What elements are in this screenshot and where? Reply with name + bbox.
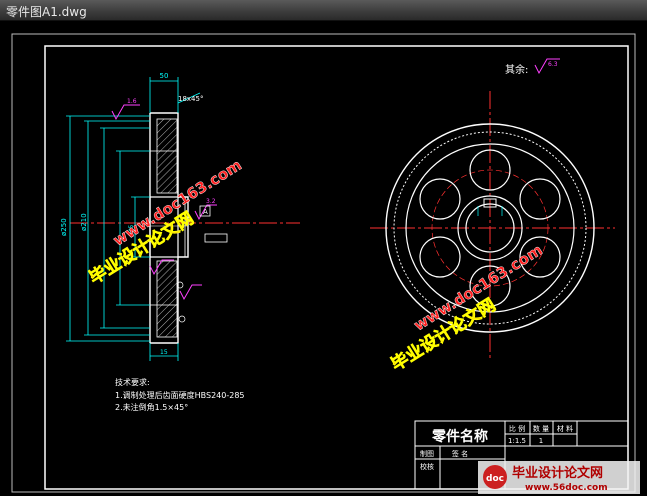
scale-value: 1:1.5 [508, 437, 526, 445]
drawing-canvas[interactable]: 50 18x45° ø250 ø210 ø45 15 A 1.6 3.2 其余:… [0, 21, 647, 496]
svg-text:doc: doc [486, 474, 504, 484]
border-frame [44, 45, 629, 490]
corner-watermark: doc 毕业设计论文网 www.56doc.com [478, 461, 640, 494]
qty-header: 数 量 [533, 424, 549, 433]
window-titlebar: 零件图A1.dwg [0, 0, 647, 21]
drawn-by-value: 签 名 [452, 449, 468, 458]
roughness-b-label: 3.2 [206, 198, 216, 205]
drawn-label: 制图 [420, 449, 434, 458]
dim-outer-diameter-label: ø250 [60, 218, 68, 236]
tech-req-line-1: 1.调制处理后齿面硬度HBS240-285 [115, 390, 245, 400]
corner-cn-text: 毕业设计论文网 [512, 465, 603, 481]
watermark-2: 毕业设计论文网 www.doc163.com [387, 241, 546, 376]
tech-req-line-2: 2.未注倒角1.5×45° [115, 402, 188, 412]
dim-chamfer-label: 18x45° [178, 95, 203, 103]
scale-header: 比 例 [509, 424, 525, 433]
dim-inner-diameter-label: ø210 [80, 213, 88, 231]
qty-value: 1 [539, 437, 543, 445]
roughness-a-label: 1.6 [127, 98, 137, 105]
corner-url-text: www.56doc.com [525, 483, 608, 493]
cad-drawing[interactable]: 50 18x45° ø250 ø210 ø45 15 A 1.6 3.2 其余:… [0, 21, 647, 496]
part-name-label: 零件名称 [431, 428, 488, 445]
checked-label: 校核 [420, 462, 434, 471]
material-header: 材 料 [557, 424, 573, 433]
other-surfaces-label: 其余: [505, 63, 528, 76]
front-view [370, 91, 615, 361]
datum-a-label: A [203, 208, 208, 216]
dim-bottom-label: 15 [160, 349, 168, 356]
window-title: 零件图A1.dwg [6, 5, 87, 19]
roughness-other-label: 6.3 [548, 61, 558, 68]
tech-req-title: 技术要求: [115, 377, 150, 387]
dim-width-label: 50 [160, 72, 169, 80]
